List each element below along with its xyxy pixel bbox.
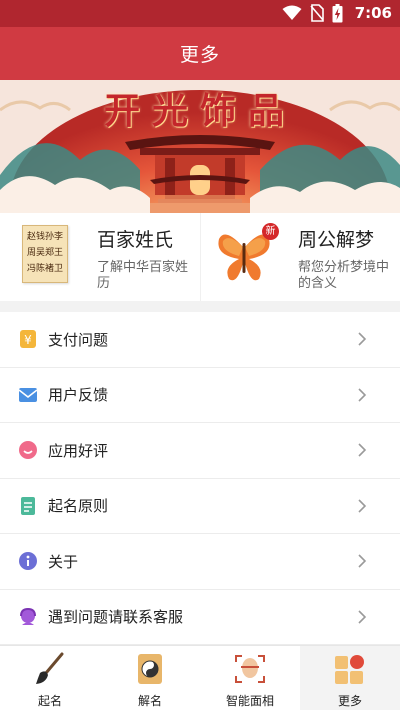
dream-card[interactable]: 新 周公解梦 帮您分析梦境中的含义 [200, 213, 400, 301]
battery-charging-icon [332, 3, 343, 22]
brush-icon [36, 652, 64, 684]
menu-item-payment[interactable]: ¥ 支付问题 [0, 312, 400, 368]
promo-banner[interactable]: 开光饰品 [0, 80, 400, 213]
surname-thumbnail: 赵钱孙李 周吴郑王 冯陈褚卫 [22, 225, 68, 283]
status-bar: 7:06 [0, 0, 400, 27]
menu-item-about[interactable]: 关于 [0, 534, 400, 590]
face-scan-icon [235, 655, 265, 683]
customer-service-icon [20, 607, 36, 625]
chevron-right-icon [358, 332, 367, 346]
menu-item-rating[interactable]: 应用好评 [0, 423, 400, 479]
surname-card-desc: 了解中华百家姓历 [97, 260, 189, 291]
app-header: 更多 [0, 27, 400, 80]
menu-item-feedback[interactable]: 用户反馈 [0, 368, 400, 423]
tab-face-reading[interactable]: 智能面相 [200, 646, 300, 710]
document-icon [21, 496, 35, 515]
wifi-icon [282, 5, 302, 20]
chevron-right-icon [358, 554, 367, 568]
tab-interpret[interactable]: 解名 [100, 646, 200, 710]
section-divider [0, 301, 400, 312]
new-badge: 新 [262, 223, 279, 240]
tab-label: 更多 [337, 694, 362, 708]
surname-card-title: 百家姓氏 [97, 229, 174, 251]
feature-cards: 赵钱孙李 周吴郑王 冯陈褚卫 百家姓氏 了解中华百家姓历 新 周公解梦 帮您分析… [0, 213, 400, 301]
menu-label: 用户反馈 [48, 386, 109, 405]
banner-title: 开光饰品 [103, 90, 296, 132]
thumb-line: 冯陈褚卫 [26, 264, 63, 274]
tab-more[interactable]: 更多 [300, 646, 400, 710]
menu-item-customer-service[interactable]: 遇到问题请联系客服 [0, 590, 400, 645]
dream-card-title: 周公解梦 [298, 229, 375, 251]
tab-label: 起名 [37, 694, 62, 708]
svg-text:¥: ¥ [24, 333, 32, 347]
chevron-right-icon [358, 443, 367, 457]
feedback-mail-icon [18, 387, 38, 402]
taiji-icon [138, 654, 162, 684]
menu-label: 起名原则 [48, 497, 109, 516]
menu-label: 遇到问题请联系客服 [48, 608, 184, 627]
chevron-right-icon [358, 388, 367, 402]
payment-icon: ¥ [20, 330, 36, 349]
info-icon [19, 552, 37, 571]
bottom-tab-bar: 起名 解名 智能面相 更多 [0, 645, 400, 710]
surname-card[interactable]: 赵钱孙李 周吴郑王 冯陈褚卫 百家姓氏 了解中华百家姓历 [0, 213, 200, 301]
rating-icon [19, 441, 37, 460]
tab-label: 智能面相 [225, 694, 274, 708]
more-icon [335, 655, 364, 684]
status-time: 7:06 [354, 4, 392, 22]
page-title: 更多 [179, 44, 220, 66]
menu-label: 应用好评 [48, 441, 109, 460]
menu-item-naming-principles[interactable]: 起名原则 [0, 479, 400, 534]
menu-label: 支付问题 [48, 330, 109, 349]
settings-menu: ¥ 支付问题 用户反馈 应用好评 起名原则 关于 遇到问题请联系客服 [0, 312, 400, 645]
tab-naming[interactable]: 起名 [0, 646, 100, 710]
menu-label: 关于 [48, 552, 79, 571]
thumb-line: 周吴郑王 [26, 248, 63, 258]
tab-label: 解名 [137, 694, 162, 708]
no-sim-icon [310, 4, 324, 22]
chevron-right-icon [358, 499, 367, 513]
chevron-right-icon [358, 610, 367, 624]
dream-card-desc: 帮您分析梦境中的含义 [298, 260, 390, 291]
thumb-line: 赵钱孙李 [26, 232, 63, 242]
